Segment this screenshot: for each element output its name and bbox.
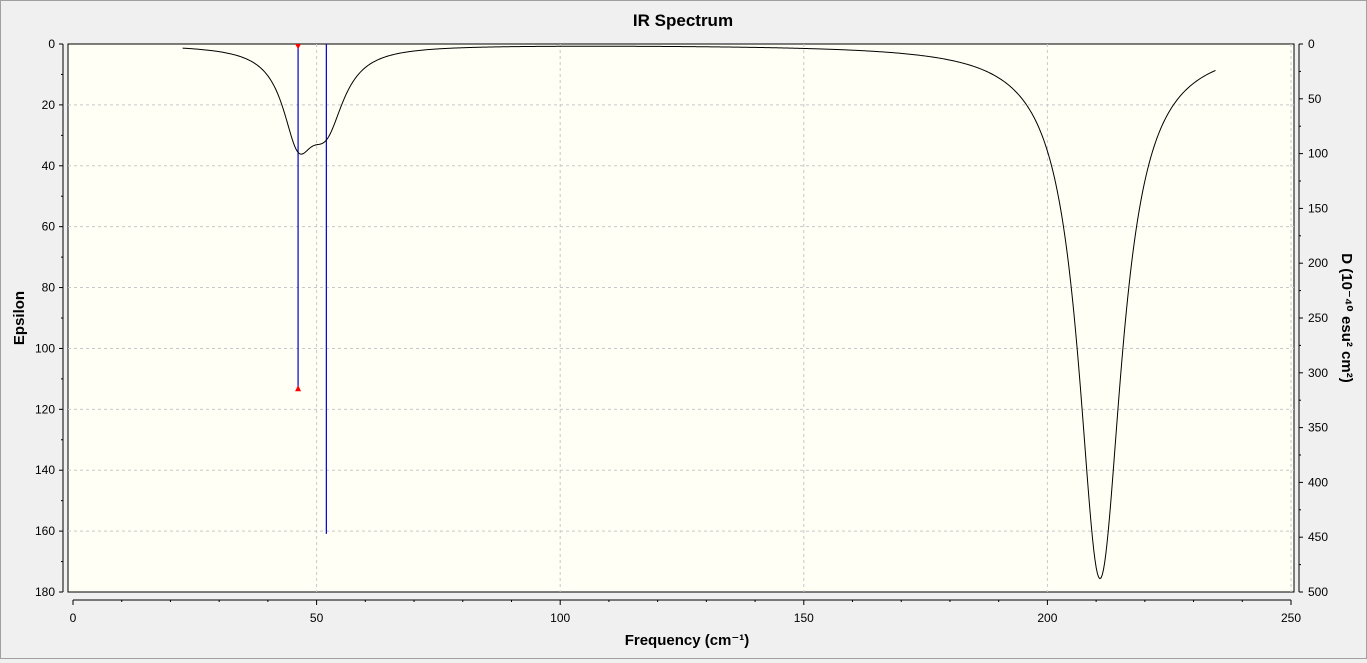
y2-tick-label: 150 [1308,201,1328,215]
y2-axis-title: D (10⁻⁴⁰ esu² cm²) [1338,253,1355,382]
y-tick-label: 140 [35,463,55,477]
chart-canvas: IR Spectrum 0 20 40 60 80 100 120 140 160 180 0 50… [11,11,1355,649]
x-tick-label: 150 [794,611,814,625]
y-tick-label: 0 [48,37,55,51]
y-tick-label: 40 [42,159,56,173]
y2-tick-label: 250 [1308,311,1328,325]
x-tick-label: 50 [310,611,324,625]
y2-tick-label: 350 [1308,421,1328,435]
y2-tick-label: 400 [1308,475,1328,489]
x-tick-label: 100 [550,611,570,625]
x-axis: 0 50 100 150 200 250 [70,599,1301,625]
y2-tick-label: 450 [1308,530,1328,544]
y2-tick-label: 0 [1308,37,1315,51]
y2-tick-label: 100 [1308,147,1328,161]
y-axis-title: Epsilon [11,291,28,345]
chart-title: IR Spectrum [633,11,733,30]
y-tick-label: 120 [35,402,55,416]
y-tick-label: 60 [42,220,56,234]
y2-tick-label: 500 [1308,585,1328,599]
ir-spectrum-chart: IR Spectrum 0 20 40 60 80 100 120 140 160 180 0 50… [0,0,1367,659]
x-axis-title: Frequency (cm⁻¹) [625,632,750,649]
y-tick-label: 100 [35,341,55,355]
y-axis-right: 0 50 100 150 200 250 300 350 400 450 500 [1298,37,1328,599]
y2-tick-label: 200 [1308,256,1328,270]
x-tick-label: 250 [1281,611,1301,625]
y-axis-left: 0 20 40 60 80 100 120 140 160 180 [35,37,64,599]
y-tick-label: 80 [42,281,56,295]
x-tick-label: 0 [70,611,77,625]
y-tick-label: 160 [35,524,55,538]
y2-tick-label: 50 [1308,92,1322,106]
y-tick-label: 180 [35,585,55,599]
y-tick-label: 20 [42,98,56,112]
x-tick-label: 200 [1037,611,1057,625]
y2-tick-label: 300 [1308,366,1328,380]
